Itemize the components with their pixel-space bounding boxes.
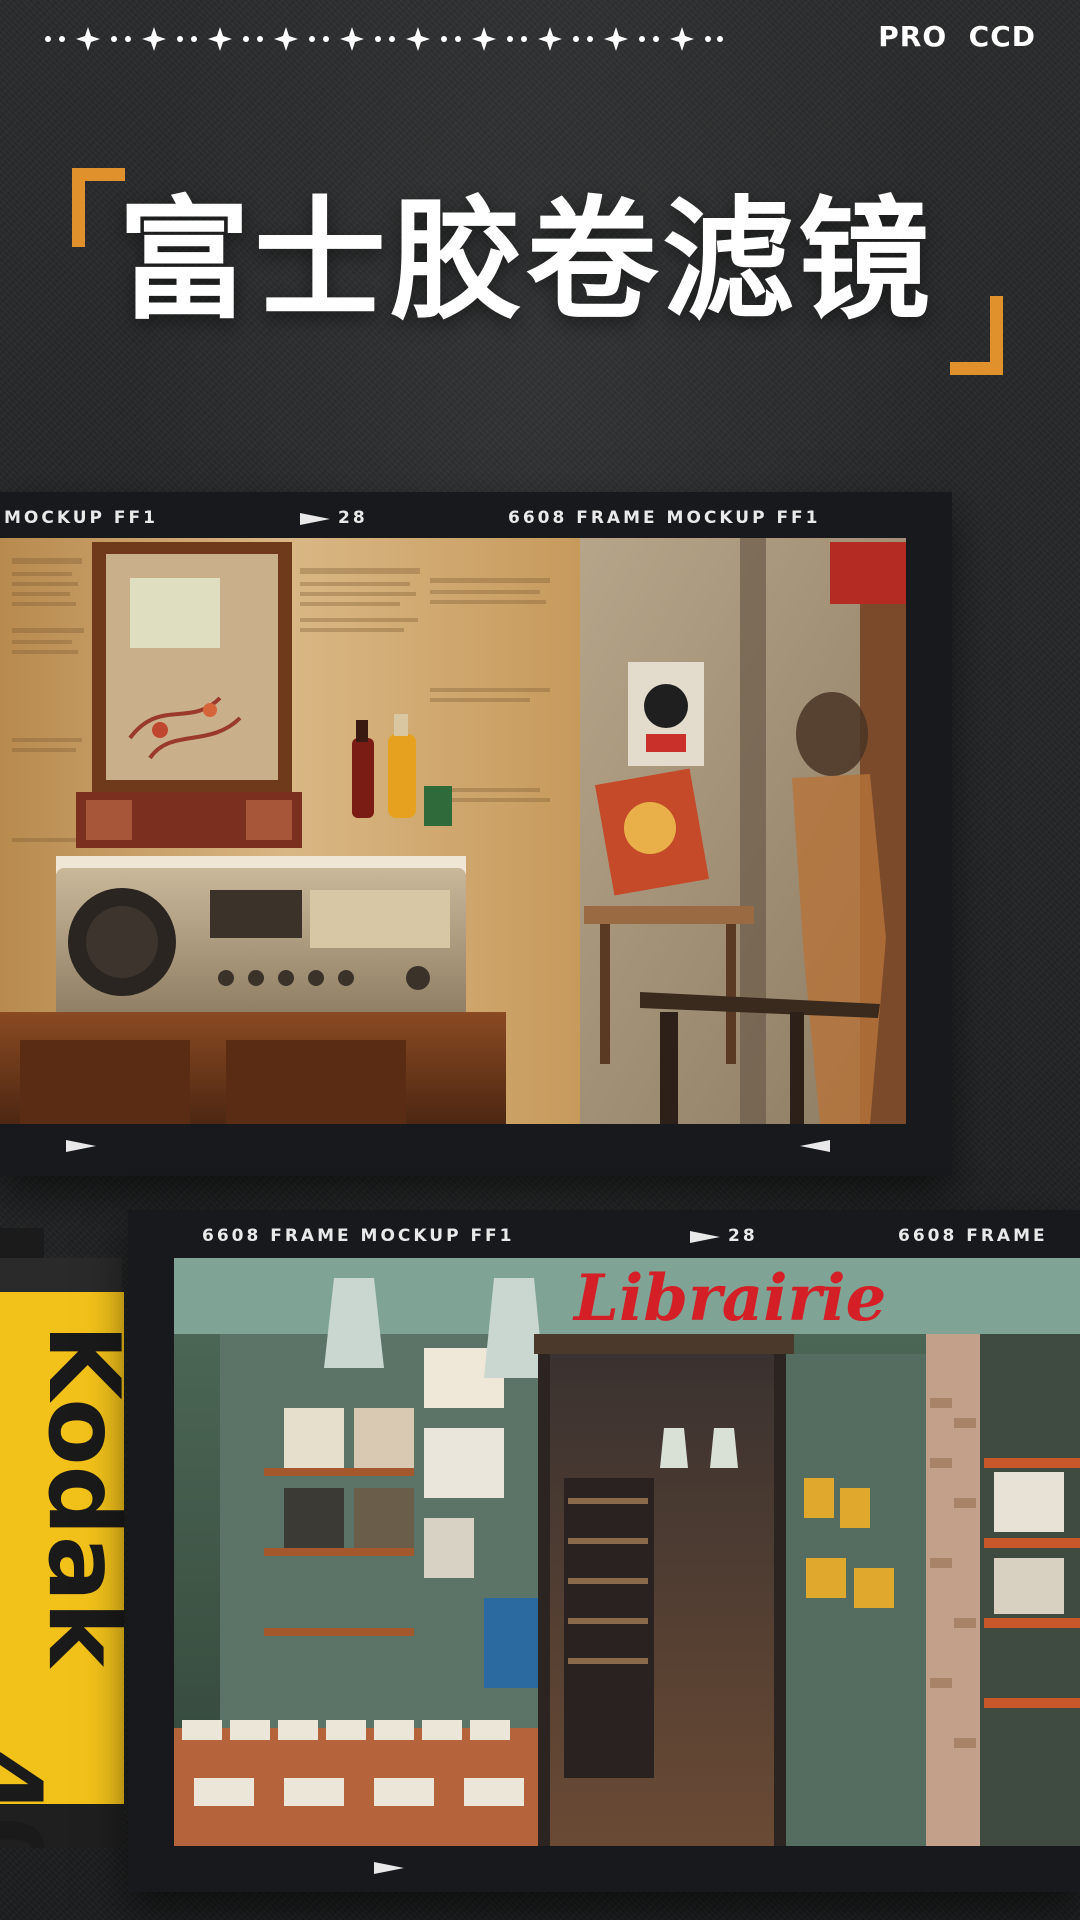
kodak-film-canister: Kodak 400 [0, 1228, 130, 1848]
triangle-arrow-icon [374, 1862, 404, 1874]
shop-sign-text: Librairie [572, 1261, 886, 1336]
film-frame-vintage-room: MOCKUP FF1 28 6608 FRAME MOCKUP FF1 [0, 492, 952, 1176]
brand-label: PRO CCD [878, 20, 1036, 53]
photo-bookshop: Librairie [174, 1258, 1080, 1846]
kodak-speed-text: 400 [0, 1748, 62, 1848]
film-frame-librairie: 6608 FRAME MOCKUP FF1 28 6608 FRAME Libr… [128, 1210, 1080, 1892]
film-edge-text: 6608 FRAME MOCKUP FF1 [202, 1226, 515, 1246]
film-frame-number: 28 [728, 1226, 758, 1246]
film-edge-text: MOCKUP FF1 [4, 508, 158, 528]
film-edge-text: 6608 FRAME MOCKUP FF1 [508, 508, 821, 528]
triangle-arrow-icon [800, 1140, 830, 1152]
triangle-arrow-icon [300, 513, 330, 525]
page-title: 富士胶卷滤镜 [118, 184, 934, 338]
triangle-arrow-icon [690, 1231, 720, 1243]
film-frame-number: 28 [338, 508, 368, 528]
photo-vintage-cafe [0, 538, 906, 1124]
title-close-bracket [950, 296, 1003, 375]
film-edge-text: 6608 FRAME [898, 1226, 1048, 1246]
triangle-arrow-icon [66, 1140, 96, 1152]
sparkle-strip-icon [45, 27, 723, 51]
kodak-brand-text: Kodak [26, 1324, 130, 1670]
